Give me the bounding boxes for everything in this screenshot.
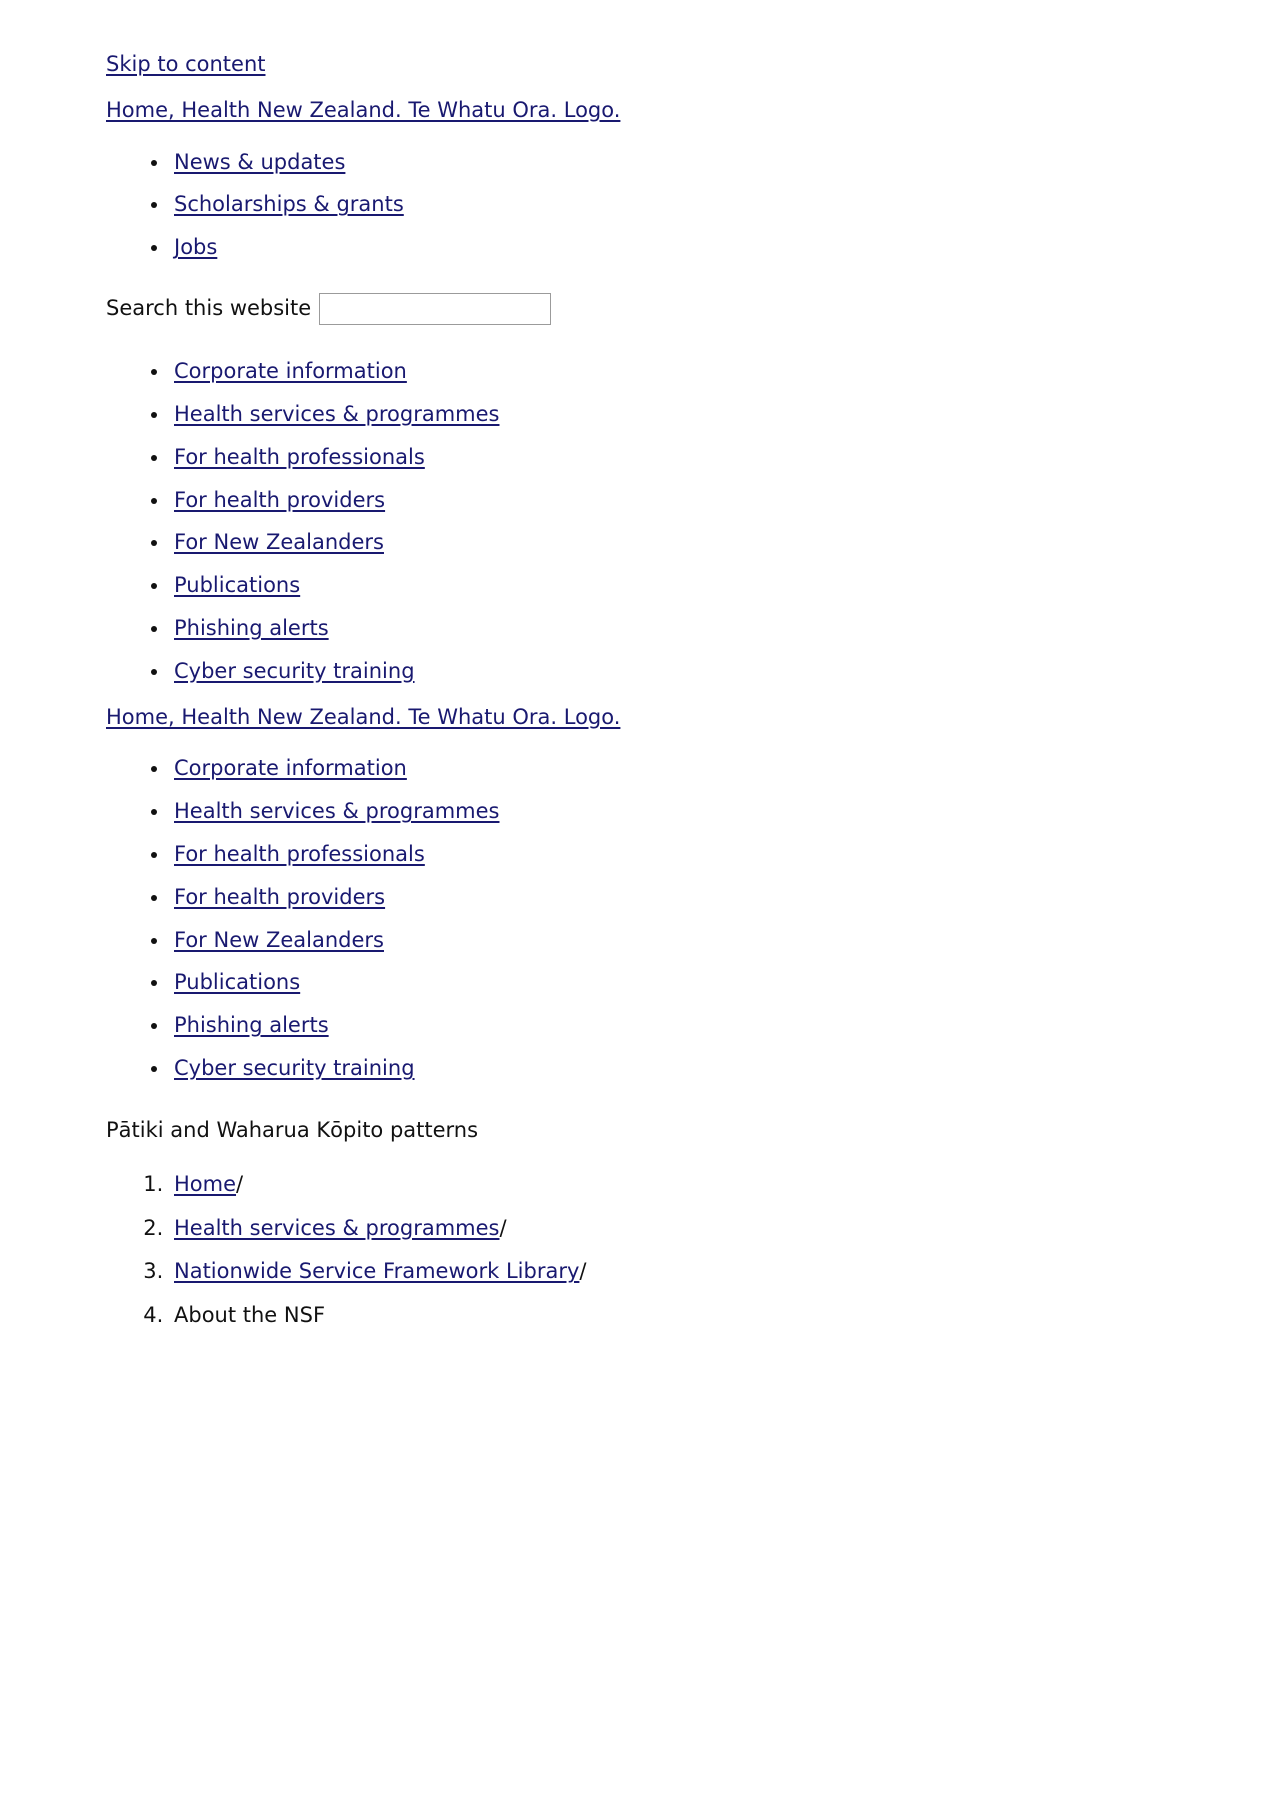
list-item: News & updates (170, 148, 1166, 178)
breadcrumb-link-home[interactable]: Home (174, 1172, 236, 1196)
breadcrumb-item-nationwide-service-framework-library: Nationwide Service Framework Library/ (170, 1257, 1166, 1287)
list-item: Phishing alerts (170, 614, 1166, 644)
primary-nav-item-cyber-security-training[interactable]: Cyber security training (174, 659, 415, 683)
list-item: Cyber security training (170, 1054, 1166, 1084)
secondary-nav: Corporate information Health services & … (106, 754, 1166, 1084)
breadcrumb-item-about-the-nsf: About the NSF (170, 1301, 1166, 1331)
search-input[interactable] (319, 293, 552, 326)
primary-nav-item-health-services-programmes[interactable]: Health services & programmes (174, 402, 499, 426)
list-item: For health providers (170, 883, 1166, 913)
breadcrumb-separator: / (499, 1215, 507, 1240)
secondary-nav-item-health-services-programmes[interactable]: Health services & programmes (174, 799, 499, 823)
list-item: For health professionals (170, 840, 1166, 870)
secondary-nav-item-for-health-providers[interactable]: For health providers (174, 885, 385, 909)
primary-nav-item-for-health-providers[interactable]: For health providers (174, 488, 385, 512)
skip-to-content-link[interactable]: Skip to content (106, 52, 266, 76)
site-logo-row-top: Home, Health New Zealand. Te Whatu Ora. … (106, 96, 1166, 126)
secondary-nav-item-cyber-security-training[interactable]: Cyber security training (174, 1056, 415, 1080)
utility-nav-item-jobs[interactable]: Jobs (174, 235, 217, 259)
site-search-form: Search this website (106, 293, 1166, 326)
breadcrumb-separator: / (236, 1171, 244, 1196)
primary-nav-item-corporate-information[interactable]: Corporate information (174, 359, 407, 383)
list-item: For New Zealanders (170, 528, 1166, 558)
secondary-nav-item-for-health-professionals[interactable]: For health professionals (174, 842, 425, 866)
content-wrapper: Skip to content Home, Health New Zealand… (106, 50, 1166, 1331)
primary-nav-item-for-health-professionals[interactable]: For health professionals (174, 445, 425, 469)
secondary-nav-item-publications[interactable]: Publications (174, 970, 300, 994)
utility-nav-item-news-updates[interactable]: News & updates (174, 150, 345, 174)
page-root: Skip to content Home, Health New Zealand… (0, 0, 1280, 1331)
skip-to-content-row: Skip to content (106, 50, 1166, 80)
list-item: Publications (170, 571, 1166, 601)
breadcrumb-separator: / (579, 1259, 587, 1284)
breadcrumb-item-home: Home/ (170, 1170, 1166, 1200)
primary-nav-item-publications[interactable]: Publications (174, 573, 300, 597)
list-item: Scholarships & grants (170, 190, 1166, 220)
list-item: Publications (170, 968, 1166, 998)
breadcrumb-link-health-services-programmes[interactable]: Health services & programmes (174, 1216, 499, 1240)
breadcrumb-current-page: About the NSF (174, 1303, 326, 1328)
list-item: For New Zealanders (170, 926, 1166, 956)
search-label: Search this website (106, 296, 312, 321)
list-item: Corporate information (170, 754, 1166, 784)
primary-nav-item-for-new-zealanders[interactable]: For New Zealanders (174, 530, 384, 554)
utility-nav-item-scholarships-grants[interactable]: Scholarships & grants (174, 192, 404, 216)
list-item: Jobs (170, 233, 1166, 263)
utility-nav: News & updates Scholarships & grants Job… (106, 148, 1166, 263)
primary-nav: Corporate information Health services & … (106, 357, 1166, 687)
list-item: Cyber security training (170, 657, 1166, 687)
primary-nav-item-phishing-alerts[interactable]: Phishing alerts (174, 616, 329, 640)
secondary-nav-item-phishing-alerts[interactable]: Phishing alerts (174, 1013, 329, 1037)
home-logo-link-second[interactable]: Home, Health New Zealand. Te Whatu Ora. … (106, 705, 620, 729)
list-item: Corporate information (170, 357, 1166, 387)
secondary-nav-item-corporate-information[interactable]: Corporate information (174, 756, 407, 780)
list-item: Phishing alerts (170, 1011, 1166, 1041)
list-item: For health providers (170, 486, 1166, 516)
breadcrumb-item-health-services-programmes: Health services & programmes/ (170, 1214, 1166, 1244)
list-item: Health services & programmes (170, 400, 1166, 430)
home-logo-link-top[interactable]: Home, Health New Zealand. Te Whatu Ora. … (106, 98, 620, 122)
list-item: Health services & programmes (170, 797, 1166, 827)
list-item: For health professionals (170, 443, 1166, 473)
site-logo-row-second: Home, Health New Zealand. Te Whatu Ora. … (106, 703, 1166, 733)
secondary-nav-item-for-new-zealanders[interactable]: For New Zealanders (174, 928, 384, 952)
patterns-decorative-caption: Pātiki and Waharua Kōpito patterns (106, 1117, 479, 1142)
breadcrumb: Home/ Health services & programmes/ Nati… (106, 1170, 1166, 1331)
breadcrumb-link-nationwide-service-framework-library[interactable]: Nationwide Service Framework Library (174, 1259, 579, 1283)
